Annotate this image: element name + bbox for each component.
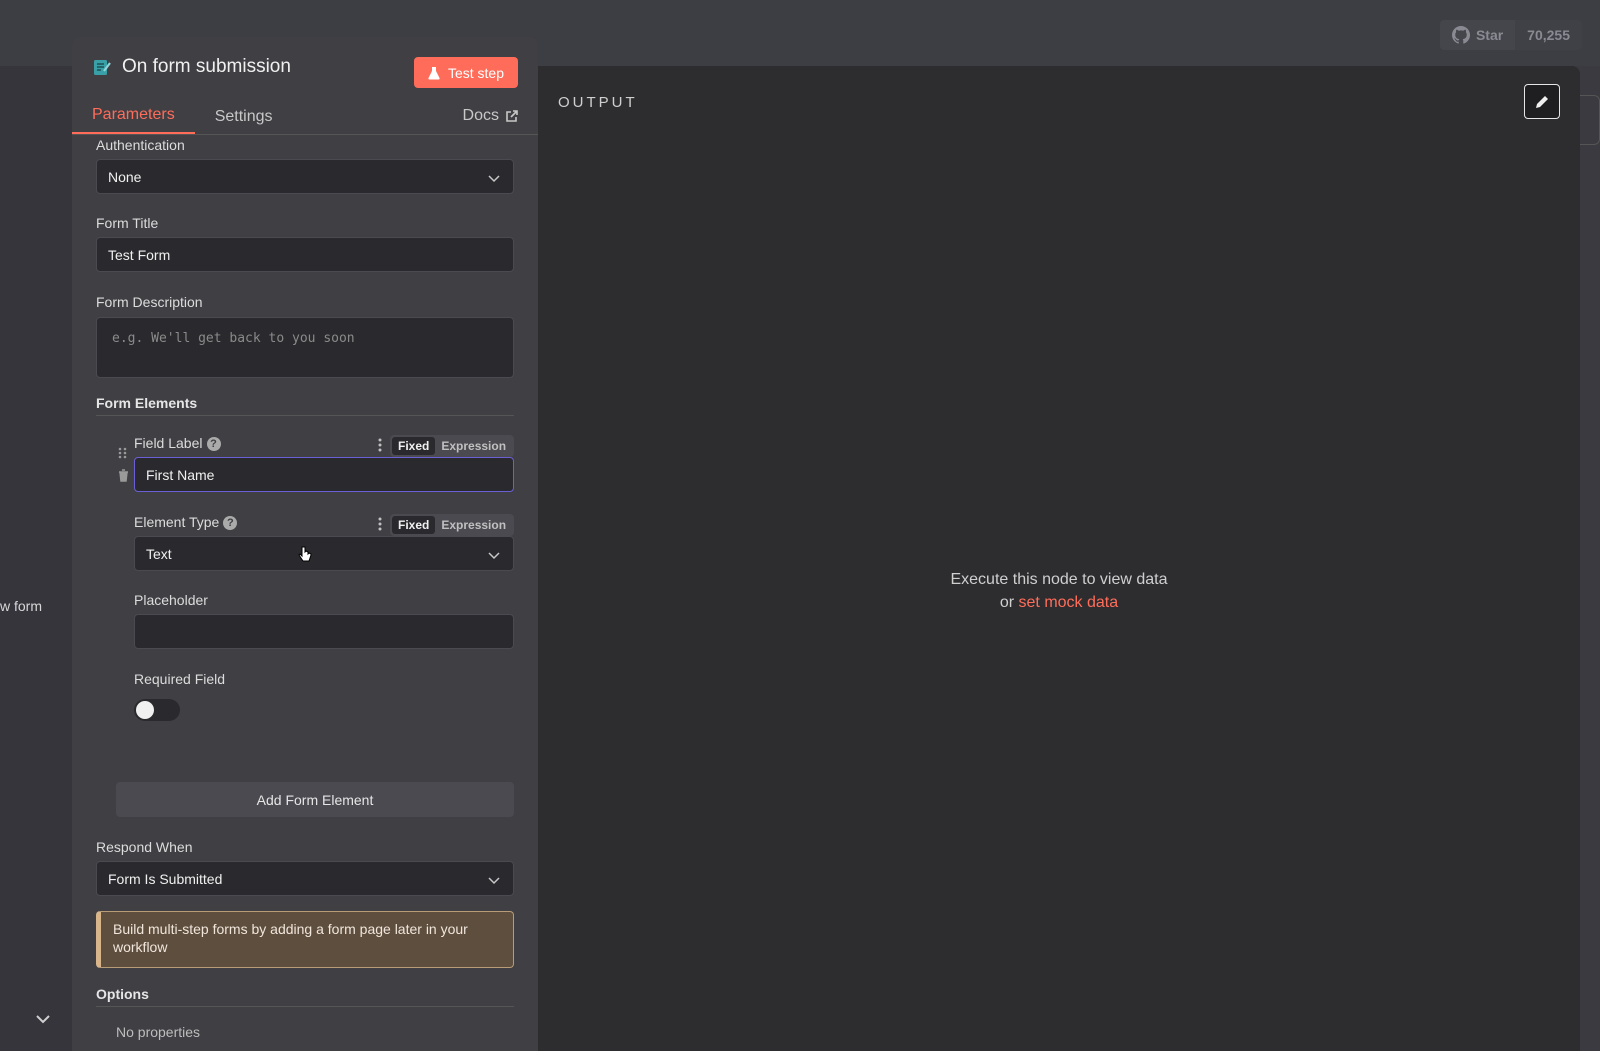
form-trigger-icon — [94, 60, 111, 75]
form-elements-divider — [96, 415, 514, 416]
edit-output-button[interactable] — [1524, 84, 1560, 119]
respond-when-value: Form Is Submitted — [108, 870, 223, 887]
node-parameters-panel: On form submission Test step Parameters … — [72, 37, 538, 1051]
github-star-button[interactable]: Star 70,255 — [1439, 20, 1582, 50]
panel-header: On form submission Test step — [72, 37, 538, 97]
collapse-chevron-icon[interactable] — [34, 1010, 52, 1028]
tab-parameters[interactable]: Parameters — [72, 106, 195, 134]
field-label-label: Field Label? — [134, 435, 221, 452]
form-title-label: Form Title — [96, 215, 159, 231]
right-panel-edge — [1580, 95, 1600, 145]
panel-tabs: Parameters Settings Docs — [72, 97, 538, 135]
required-field-toggle[interactable] — [134, 699, 180, 721]
field-label-text: Field Label — [134, 435, 203, 451]
pencil-icon — [1536, 95, 1548, 108]
element-type-label: Element Type? — [134, 514, 238, 531]
flask-icon — [428, 66, 440, 80]
output-empty-message: Execute this node to view data or set mo… — [538, 568, 1580, 614]
trash-icon[interactable] — [118, 469, 129, 482]
mode-expression[interactable]: Expression — [435, 516, 512, 534]
element-type-mode-toggle[interactable]: Fixed Expression — [390, 514, 515, 536]
form-description-textarea[interactable]: e.g. We'll get back to you soon — [96, 317, 514, 378]
authentication-select[interactable]: None — [96, 159, 514, 194]
toggle-knob — [136, 701, 154, 719]
output-empty-or: or — [999, 594, 1015, 611]
github-icon — [1451, 26, 1470, 44]
required-field-label: Required Field — [134, 671, 226, 687]
set-mock-data-link[interactable]: set mock data — [1019, 594, 1119, 611]
form-elements-title: Form Elements — [96, 395, 198, 411]
canvas-left-area — [0, 66, 72, 1051]
chevron-down-icon — [488, 552, 500, 560]
test-step-label: Test step — [447, 64, 504, 81]
placeholder-label: Placeholder — [134, 592, 208, 608]
element-type-select[interactable]: Text — [134, 536, 514, 571]
docs-label: Docs — [462, 107, 499, 124]
help-icon[interactable]: ? — [206, 437, 221, 452]
output-title: OUTPUT — [558, 94, 638, 111]
chevron-down-icon — [488, 175, 500, 183]
form-title-value: Test Form — [108, 246, 171, 263]
options-title: Options — [96, 986, 149, 1002]
github-star-count: 70,255 — [1527, 27, 1570, 43]
external-link-icon — [506, 109, 518, 122]
field-label-value: First Name — [146, 466, 215, 483]
output-empty-line1: Execute this node to view data — [950, 571, 1168, 588]
add-form-element-button[interactable]: Add Form Element — [116, 782, 514, 817]
docs-link[interactable]: Docs — [463, 107, 518, 125]
placeholder-input[interactable] — [134, 614, 514, 649]
field-label-input[interactable]: First Name — [134, 457, 514, 492]
field-label-mode-toggle[interactable]: Fixed Expression — [390, 435, 515, 457]
no-properties-text: No properties — [116, 1024, 201, 1040]
drag-handle-icon[interactable] — [118, 447, 128, 459]
test-step-button[interactable]: Test step — [413, 57, 518, 88]
tab-settings[interactable]: Settings — [195, 108, 293, 134]
authentication-label: Authentication — [96, 137, 185, 153]
mode-expression[interactable]: Expression — [435, 437, 512, 455]
form-description-label: Form Description — [96, 294, 203, 310]
canvas-node-label: w form — [0, 598, 42, 614]
more-options-icon[interactable] — [378, 438, 382, 452]
multi-step-notice: Build multi-step forms by adding a form … — [96, 911, 514, 968]
authentication-value: None — [108, 168, 142, 185]
help-icon[interactable]: ? — [223, 516, 238, 531]
mode-fixed[interactable]: Fixed — [392, 437, 436, 455]
github-star-label: Star — [1475, 27, 1504, 43]
node-title: On form submission — [122, 56, 291, 77]
chevron-down-icon — [488, 877, 500, 885]
more-options-icon[interactable] — [378, 517, 382, 531]
cursor-hand-icon — [298, 546, 312, 562]
respond-when-label: Respond When — [96, 839, 193, 855]
mode-fixed[interactable]: Fixed — [392, 516, 436, 534]
element-type-value: Text — [146, 545, 172, 562]
respond-when-select[interactable]: Form Is Submitted — [96, 861, 514, 896]
form-title-input[interactable]: Test Form — [96, 237, 514, 272]
options-divider — [96, 1006, 514, 1007]
output-panel: OUTPUT Execute this node to view data or… — [538, 66, 1580, 1051]
form-description-placeholder: e.g. We'll get back to you soon — [112, 331, 355, 346]
element-type-text: Element Type — [134, 514, 220, 530]
